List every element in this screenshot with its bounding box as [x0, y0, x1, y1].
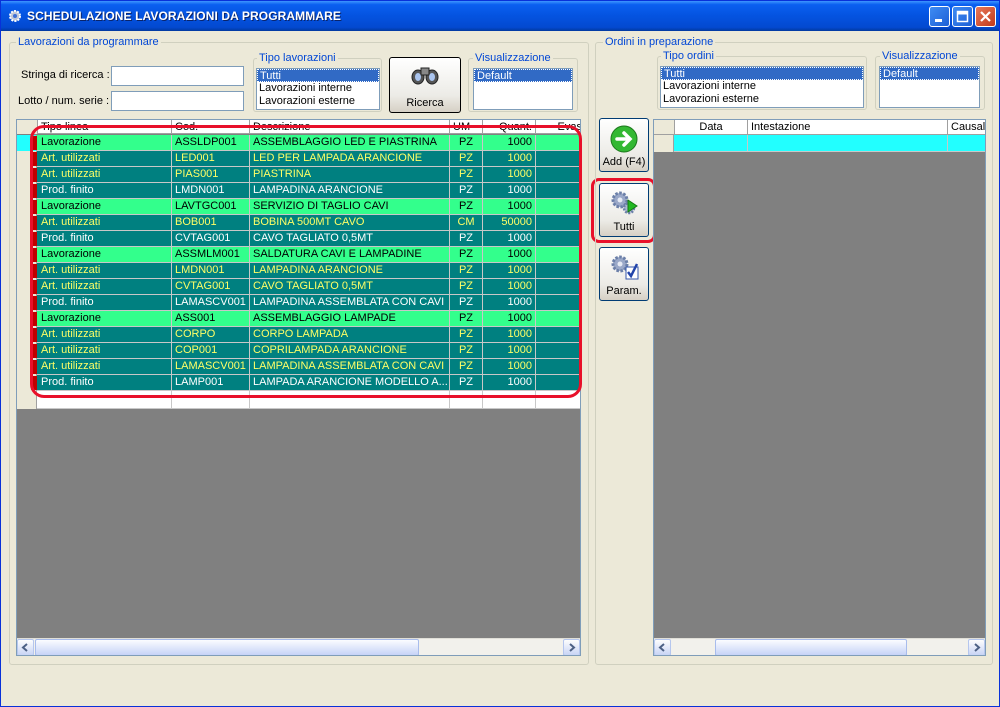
tipo-ordini-option[interactable]: Tutti [661, 67, 863, 80]
scroll-right-button[interactable] [563, 639, 580, 655]
chevron-left-icon [658, 643, 665, 652]
maximize-icon [956, 10, 969, 23]
tipo-option[interactable]: Lavorazioni esterne [257, 95, 379, 108]
visualizzazione-right-list[interactable]: Default [879, 66, 980, 108]
visualizzazione-right-legend: Visualizzazione [880, 50, 960, 62]
ricerca-button[interactable]: Ricerca [389, 57, 461, 113]
left-group-legend: Lavorazioni da programmare [16, 36, 161, 48]
close-icon [980, 11, 991, 22]
main-window: SCHEDULAZIONE LAVORAZIONI DA PROGRAMMARE… [0, 0, 1000, 707]
col-data[interactable]: Data [675, 120, 748, 134]
tipo-ordini-option[interactable]: Lavorazioni esterne [661, 93, 863, 106]
scroll-right-button[interactable] [968, 639, 985, 655]
tipo-option[interactable]: Lavorazioni interne [257, 82, 379, 95]
chevron-right-icon [974, 643, 981, 652]
ordini-grid: Data Intestazione Causal [653, 119, 986, 656]
maximize-button[interactable] [952, 6, 973, 27]
rows-highlight-annotation [30, 125, 582, 398]
visualizzazione-left-list[interactable]: Default [473, 68, 573, 110]
binoculars-icon [411, 67, 439, 85]
search-input[interactable] [111, 66, 244, 86]
ordini-new-row[interactable] [654, 135, 985, 152]
visualizzazione-right-option[interactable]: Default [880, 67, 979, 80]
minimize-button[interactable] [929, 6, 950, 27]
col-causal[interactable]: Causal [948, 120, 985, 134]
ordini-grid-header: Data Intestazione Causal [654, 120, 985, 135]
header-corner [654, 120, 675, 134]
chevron-right-icon [569, 643, 576, 652]
window-title: SCHEDULAZIONE LAVORAZIONI DA PROGRAMMARE [27, 9, 341, 23]
ricerca-label: Ricerca [406, 97, 444, 109]
lotto-input[interactable] [111, 91, 244, 111]
lotto-label: Lotto / num. serie : [18, 95, 110, 107]
tipo-ordini-option[interactable]: Lavorazioni interne [661, 80, 863, 93]
tipo-option[interactable]: Tutti [257, 69, 379, 82]
scroll-thumb[interactable] [715, 639, 907, 655]
col-intestazione[interactable]: Intestazione [748, 120, 948, 134]
search-label: Stringa di ricerca : [21, 69, 110, 81]
title-bar[interactable]: SCHEDULAZIONE LAVORAZIONI DA PROGRAMMARE [1, 1, 999, 31]
chevron-left-icon [21, 643, 28, 652]
tipo-lavorazioni-list[interactable]: Tutti Lavorazioni interne Lavorazioni es… [256, 68, 380, 110]
scroll-left-button[interactable] [654, 639, 671, 655]
gear-icon [9, 10, 21, 22]
right-group-legend: Ordini in preparazione [603, 36, 716, 48]
visualizzazione-option[interactable]: Default [474, 69, 572, 82]
tipo-lavorazioni-legend: Tipo lavorazioni [257, 52, 338, 64]
minimize-icon [935, 19, 942, 22]
row-header [654, 135, 674, 152]
left-hscrollbar[interactable] [17, 638, 580, 655]
close-button[interactable] [975, 6, 996, 27]
tipo-ordini-legend: Tipo ordini [661, 50, 716, 62]
tipo-ordini-list[interactable]: Tutti Lavorazioni interne Lavorazioni es… [660, 66, 864, 108]
visualizzazione-left-legend: Visualizzazione [473, 52, 553, 64]
ordini-cell [675, 135, 748, 152]
ordini-cell [748, 135, 948, 152]
scroll-left-button[interactable] [17, 639, 34, 655]
right-hscrollbar[interactable] [654, 638, 985, 655]
scroll-thumb[interactable] [35, 639, 419, 655]
